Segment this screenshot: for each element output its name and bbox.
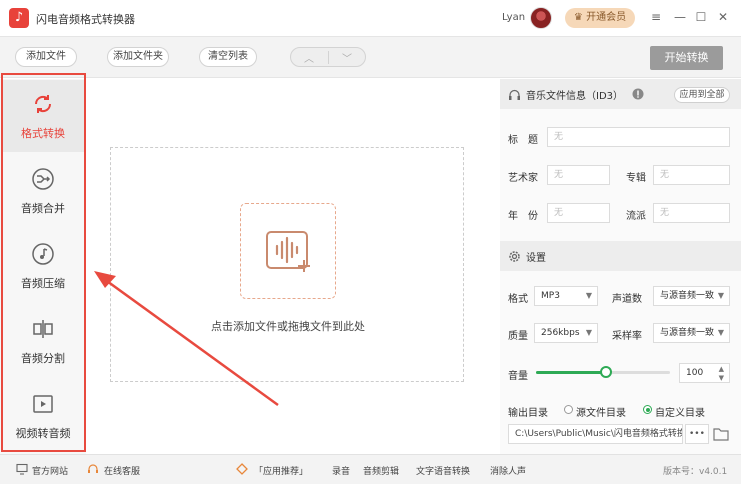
quality-value: 256kbps: [541, 328, 580, 338]
artist-label: 艺术家: [508, 173, 538, 184]
sidebar-item-label: 音频分割: [21, 352, 65, 365]
maximize-icon[interactable]: ☐: [693, 9, 709, 25]
sidebar-item-label: 音频合并: [21, 202, 65, 215]
source-dir-radio[interactable]: [564, 405, 573, 414]
audio-edit-link[interactable]: 音频剪辑: [363, 464, 399, 477]
custom-dir-radio[interactable]: [643, 405, 652, 414]
app-logo-icon: ♪: [9, 8, 29, 28]
record-link[interactable]: 录音: [332, 464, 350, 477]
sidebar-item-label: 音频压缩: [21, 277, 65, 290]
move-down-button[interactable]: ﹀: [329, 50, 365, 65]
annotation-arrow-icon: [94, 271, 279, 407]
headset-icon: [88, 464, 98, 473]
close-icon[interactable]: ✕: [715, 9, 731, 25]
vip-button[interactable]: ♛ 开通会员: [565, 8, 635, 28]
toolbar: 添加文件 添加文件夹 清空列表 ︿ ﹀ 开始转换: [0, 36, 741, 78]
volume-slider-track[interactable]: [536, 366, 670, 378]
output-path-input[interactable]: C:\Users\Public\Music\闪电音频格式转换: [508, 424, 683, 444]
format-value: MP3: [541, 291, 560, 301]
apply-all-button[interactable]: 应用到全部: [674, 87, 730, 103]
sidebar-item-label: 格式转换: [21, 127, 65, 140]
volume-slider-fill: [536, 371, 606, 374]
format-label: 格式: [508, 294, 528, 305]
genre-input[interactable]: 无: [653, 203, 730, 223]
app-title: 闪电音频格式转换器: [36, 13, 135, 26]
browse-button[interactable]: •••: [685, 424, 709, 444]
sidebar-item-format-convert[interactable]: 格式转换: [2, 80, 84, 152]
text-to-speech-link[interactable]: 文字语音转换: [416, 464, 470, 477]
sample-rate-label: 采样率: [612, 331, 642, 342]
video-play-icon: [33, 395, 53, 413]
custom-dir-label: 自定义目录: [655, 408, 705, 419]
merge-icon: [32, 168, 54, 190]
volume-slider-handle[interactable]: [599, 366, 612, 378]
user-name[interactable]: Lyan: [502, 12, 525, 23]
album-label: 专辑: [626, 173, 646, 184]
right-panel: 音乐文件信息（ID3） 应用到全部 标 题 无 艺术家 无 专辑 无 年 份 无…: [500, 79, 741, 454]
avatar[interactable]: [530, 7, 552, 29]
year-label: 年 份: [508, 211, 538, 222]
sidebar-item-audio-compress[interactable]: 音频压缩: [2, 230, 84, 302]
move-buttons: ︿ ﹀: [290, 47, 366, 67]
add-folder-button[interactable]: 添加文件夹: [107, 47, 169, 67]
artist-input[interactable]: 无: [547, 165, 610, 185]
settings-section-header: 设置: [500, 241, 741, 271]
sidebar-item-video-to-audio[interactable]: 视频转音频: [2, 380, 84, 452]
clear-list-button[interactable]: 清空列表: [199, 47, 257, 67]
title-bar: ♪ 闪电音频格式转换器 Lyan ♛ 开通会员 ≡ — ☐ ✕: [0, 0, 741, 36]
website-link[interactable]: 官方网站: [32, 464, 68, 477]
crown-icon: ♛: [573, 12, 587, 23]
sample-rate-select[interactable]: 与源音频一致 ▼: [653, 323, 730, 343]
move-up-button[interactable]: ︿: [291, 50, 327, 65]
output-dir-label: 输出目录: [508, 408, 548, 419]
settings-section-title: 设置: [526, 253, 546, 264]
add-file-button[interactable]: 添加文件: [15, 47, 77, 67]
volume-value: 100: [686, 368, 704, 378]
chevron-down-icon: ▼: [717, 291, 724, 300]
status-bar: 官方网站 在线客服 「应用推荐」 录音 音频剪辑 文字语音转换 消除人声 版本号…: [0, 454, 741, 484]
menu-icon[interactable]: ≡: [648, 9, 664, 25]
quality-select[interactable]: 256kbps ▼: [534, 323, 598, 343]
chevron-down-icon: ▼: [585, 291, 592, 300]
monitor-icon: [16, 463, 28, 475]
chevron-down-icon: ▼: [585, 328, 592, 337]
quality-label: 质量: [508, 331, 528, 342]
info-icon[interactable]: [632, 88, 644, 100]
vocal-remove-link[interactable]: 消除人声: [490, 464, 526, 477]
diamond-icon: [236, 463, 248, 475]
sidebar-item-label: 视频转音频: [15, 427, 71, 440]
source-dir-label: 源文件目录: [576, 408, 626, 419]
channels-select[interactable]: 与源音频一致 ▼: [653, 286, 730, 306]
recommend-label: 「应用推荐」: [254, 467, 309, 477]
volume-stepper[interactable]: 100 ▲ ▼: [679, 363, 730, 383]
sidebar-item-audio-merge[interactable]: 音频合并: [2, 155, 84, 227]
minimize-icon[interactable]: —: [672, 9, 688, 25]
gear-icon: [509, 251, 520, 262]
format-select[interactable]: MP3 ▼: [534, 286, 598, 306]
song-title-input[interactable]: 无: [547, 127, 730, 147]
split-icon: [33, 320, 53, 338]
music-note-icon: [32, 243, 54, 265]
genre-label: 流派: [626, 211, 646, 222]
sidebar: 格式转换 音频合并 音频压缩 音频分割 视频转音频: [0, 79, 86, 454]
folder-icon[interactable]: [713, 427, 729, 441]
sidebar-item-audio-split[interactable]: 音频分割: [2, 305, 84, 377]
id3-section-title: 音乐文件信息（ID3）: [526, 91, 624, 102]
channels-label: 声道数: [612, 294, 642, 305]
album-input[interactable]: 无: [653, 165, 730, 185]
support-link[interactable]: 在线客服: [104, 464, 140, 477]
volume-label: 音量: [508, 371, 528, 382]
start-convert-button[interactable]: 开始转换: [650, 46, 723, 70]
sample-rate-value: 与源音频一致: [660, 328, 715, 338]
vip-label: 开通会员: [586, 12, 627, 23]
channels-value: 与源音频一致: [660, 291, 715, 301]
year-input[interactable]: 无: [547, 203, 610, 223]
version-label: 版本号：v4.0.1: [663, 467, 728, 477]
song-title-label: 标 题: [508, 135, 538, 146]
id3-section-header: 音乐文件信息（ID3） 应用到全部: [500, 79, 741, 109]
stepper-arrows-icon[interactable]: ▲ ▼: [719, 365, 724, 383]
refresh-icon: [34, 95, 52, 113]
headphones-icon: [509, 89, 520, 100]
chevron-down-icon: ▼: [717, 328, 724, 337]
